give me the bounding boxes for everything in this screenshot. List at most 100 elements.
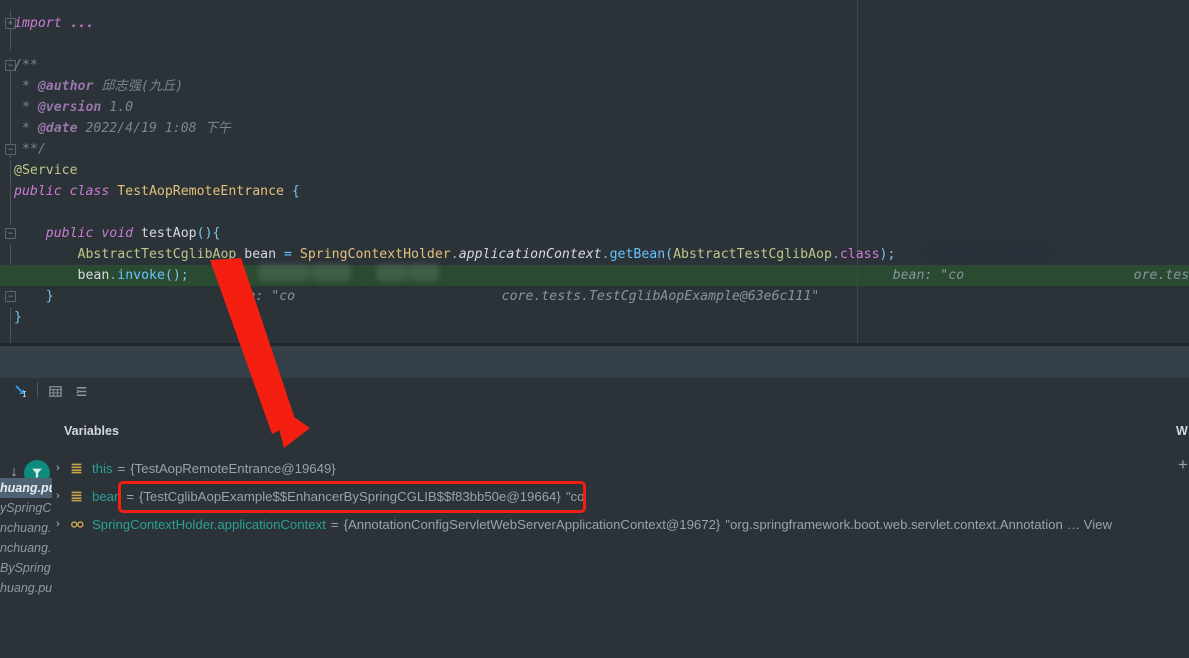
variable-value: {AnnotationConfigServletWebServerApplica… <box>343 516 721 532</box>
code-token: . <box>831 247 840 262</box>
code-token: **/ <box>14 142 46 157</box>
code-token: SpringContextHolder <box>299 247 451 262</box>
gutter-guide-line <box>10 160 11 225</box>
inline-hint-invoke-tail: core.tests.TestCglibAopExample@63e6c111" <box>454 265 820 304</box>
code-token: AbstractTestCglibAop <box>77 247 237 262</box>
code-line: @Service <box>14 160 78 181</box>
code-token: @Service <box>14 163 78 178</box>
code-token: } <box>14 310 22 325</box>
frame-list-item[interactable]: huang.pu <box>0 578 52 598</box>
inline-hint-getbean-tail2: ore.tests.TestC <box>1086 244 1189 283</box>
static-field-icon <box>70 518 92 531</box>
code-token: /** <box>14 58 38 73</box>
debugger-panel: ↓ huang.pu ySpringC nchuang. nchuang. BySpri… <box>0 378 1189 658</box>
code-line: public void testAop(){ <box>14 223 221 244</box>
code-token: ( <box>665 247 674 262</box>
redacted-region <box>409 264 439 281</box>
view-link[interactable]: … View <box>1063 517 1112 532</box>
redacted-region <box>928 244 988 258</box>
code-line: } <box>14 286 54 307</box>
code-line: AbstractTestCglibAop bean = SpringContex… <box>14 244 896 265</box>
step-into-icon[interactable] <box>12 382 30 400</box>
ide-window: + − − − − import .../** * @author 邱志强(九丘… <box>0 0 1189 658</box>
code-token: * <box>14 79 38 94</box>
local-variable-icon <box>70 490 92 503</box>
code-token: import <box>14 16 70 31</box>
variable-value: {TestAopRemoteEntrance@19649} <box>130 460 336 476</box>
inline-hint-value: bean: "co <box>892 268 965 283</box>
debugger-toolbar[interactable] <box>0 378 1189 404</box>
equals-sign: = <box>330 516 339 532</box>
code-token: (){ <box>196 226 221 241</box>
inline-hint-value-tail: core.tests.TestCglibAopExample@63e6c111" <box>501 289 820 304</box>
local-variable-icon <box>70 462 92 475</box>
code-token: testAop <box>141 226 197 241</box>
gutter-guide-line <box>10 307 11 343</box>
equals-sign: = <box>117 460 126 476</box>
variable-name: bean <box>92 488 122 504</box>
frame-list-item[interactable]: nchuang. <box>0 518 52 538</box>
code-token: * <box>14 121 38 136</box>
settings-lines-icon[interactable] <box>72 382 90 400</box>
redacted-region <box>376 264 409 281</box>
code-token: = <box>283 247 292 262</box>
code-editor[interactable]: + − − − − import .../** * @author 邱志强(九丘… <box>0 0 1189 343</box>
variable-row-bean[interactable]: › bean = {TestCglibAopExample$$EnhancerB… <box>56 482 584 510</box>
code-token: 邱志强(九丘) <box>93 79 184 94</box>
variable-value: {TestCglibAopExample$$EnhancerBySpringCG… <box>139 488 561 504</box>
redacted-region <box>258 264 310 281</box>
chevron-right-icon[interactable]: › <box>56 490 70 502</box>
code-token: @author <box>37 79 94 94</box>
tool-window-tabstrip[interactable] <box>0 346 1189 378</box>
evaluate-expression-icon[interactable] <box>46 382 64 400</box>
code-line: * @author 邱志强(九丘) <box>14 76 183 97</box>
variable-string-value: "co <box>565 488 585 504</box>
code-token: * <box>14 100 38 115</box>
equals-sign: = <box>126 488 135 504</box>
code-token: ... <box>69 16 94 31</box>
code-token: public void <box>45 226 142 241</box>
frame-list-item[interactable]: huang.pu <box>0 478 52 498</box>
code-token: } <box>14 289 54 304</box>
code-line: import ... <box>14 13 93 34</box>
code-token: invoke <box>117 268 165 283</box>
toolbar-separator <box>37 382 38 398</box>
variable-row-this[interactable]: › this = {TestAopRemoteEntrance@19649} <box>56 454 336 482</box>
redacted-region <box>311 264 351 281</box>
code-token: bean <box>236 247 284 262</box>
variable-name: this <box>92 460 113 476</box>
frame-list-item[interactable]: ySpringC <box>0 498 52 518</box>
code-line: } <box>14 307 22 328</box>
inline-hint-value: bean: "co <box>223 289 296 304</box>
gutter-guide-line <box>10 58 11 158</box>
add-watch-button[interactable]: + <box>1178 456 1188 473</box>
code-token: TestAopRemoteEntrance <box>117 184 284 199</box>
variable-row-applicationcontext[interactable]: › SpringContextHolder.applicationContext… <box>56 510 1112 538</box>
step-over-icon[interactable] <box>0 382 12 400</box>
frame-list-item[interactable]: BySpring <box>0 558 52 578</box>
code-token: bean <box>77 268 110 283</box>
code-token: getBean <box>609 247 666 262</box>
variable-string-value: "org.springframework.boot.web.servlet.co… <box>725 516 1063 532</box>
code-line: bean.invoke(); <box>14 265 189 286</box>
frame-list-item[interactable]: nchuang. <box>0 538 52 558</box>
redacted-region <box>996 244 1048 258</box>
chevron-right-icon[interactable]: › <box>56 462 70 474</box>
code-token: . <box>601 247 610 262</box>
variable-name: SpringContextHolder.applicationContext <box>92 516 326 532</box>
frames-list[interactable]: huang.pu ySpringC nchuang. nchuang. BySpring… <box>0 478 52 658</box>
gutter-guide-line <box>10 10 11 50</box>
variables-header: Variables <box>64 424 119 438</box>
chevron-right-icon[interactable]: › <box>56 518 70 530</box>
code-token: applicationContext <box>458 247 602 262</box>
code-token: 1.0 <box>101 100 134 115</box>
code-line: * @date 2022/4/19 1:08 下午 <box>14 118 231 139</box>
inline-hint-value-tail: ore.tests.TestC <box>1133 268 1189 283</box>
code-line: /** <box>14 55 38 76</box>
code-token: 2022/4/19 1:08 下午 <box>77 121 231 136</box>
code-token: @date <box>37 121 78 136</box>
